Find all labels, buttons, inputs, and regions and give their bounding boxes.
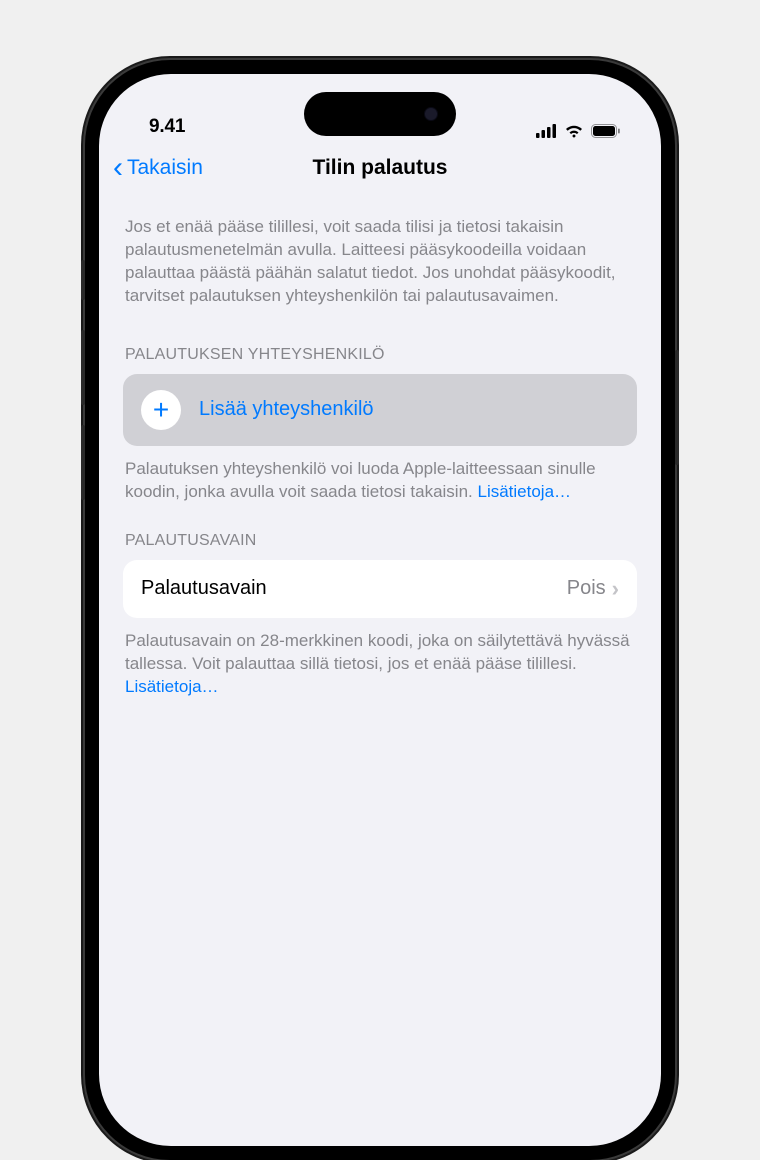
recovery-key-footer: Palautusavain on 28-merkkinen koodi, jok… [123, 618, 637, 699]
back-button[interactable]: ‹ Takaisin [113, 153, 203, 183]
recovery-key-learn-more-link[interactable]: Lisätietoja… [125, 677, 219, 696]
add-recovery-contact-button[interactable]: + Lisää yhteyshenkilö [123, 374, 637, 446]
status-icons [536, 124, 621, 138]
recovery-key-title: Palautusavain [141, 577, 567, 600]
battery-icon [591, 124, 621, 138]
intro-description: Jos et enää pääse tilillesi, voit saada … [123, 194, 637, 318]
chevron-left-icon: ‹ [113, 153, 123, 183]
status-time: 9.41 [149, 116, 185, 138]
recovery-key-footer-text: Palautusavain on 28-merkkinen koodi, jok… [125, 631, 630, 673]
navigation-bar: ‹ Takaisin Tilin palautus [99, 146, 661, 194]
recovery-contact-footer: Palautuksen yhteyshenkilö voi luoda Appl… [123, 446, 637, 504]
front-camera [424, 107, 438, 121]
mute-switch [81, 260, 85, 300]
recovery-key-header: PALAUTUSAVAIN [123, 504, 637, 560]
chevron-right-icon: › [612, 576, 619, 602]
volume-down-button [81, 425, 85, 500]
power-button [675, 350, 679, 465]
recovery-key-row[interactable]: Palautusavain Pois › [123, 560, 637, 618]
phone-frame: 9.41 ‹ Takaisin Tilin palautus Jos et en… [85, 60, 675, 1160]
cellular-icon [536, 124, 557, 138]
contact-learn-more-link[interactable]: Lisätietoja… [477, 482, 571, 501]
dynamic-island [304, 92, 456, 136]
add-contact-label: Lisää yhteyshenkilö [199, 398, 374, 421]
phone-screen: 9.41 ‹ Takaisin Tilin palautus Jos et en… [99, 74, 661, 1146]
plus-circle-icon: + [141, 390, 181, 430]
content-area: Jos et enää pääse tilillesi, voit saada … [99, 194, 661, 698]
recovery-contact-header: PALAUTUKSEN YHTEYSHENKILÖ [123, 318, 637, 374]
back-label: Takaisin [127, 156, 203, 180]
wifi-icon [564, 124, 584, 138]
volume-up-button [81, 330, 85, 405]
plus-icon: + [153, 396, 169, 424]
recovery-key-value: Pois [567, 577, 606, 600]
